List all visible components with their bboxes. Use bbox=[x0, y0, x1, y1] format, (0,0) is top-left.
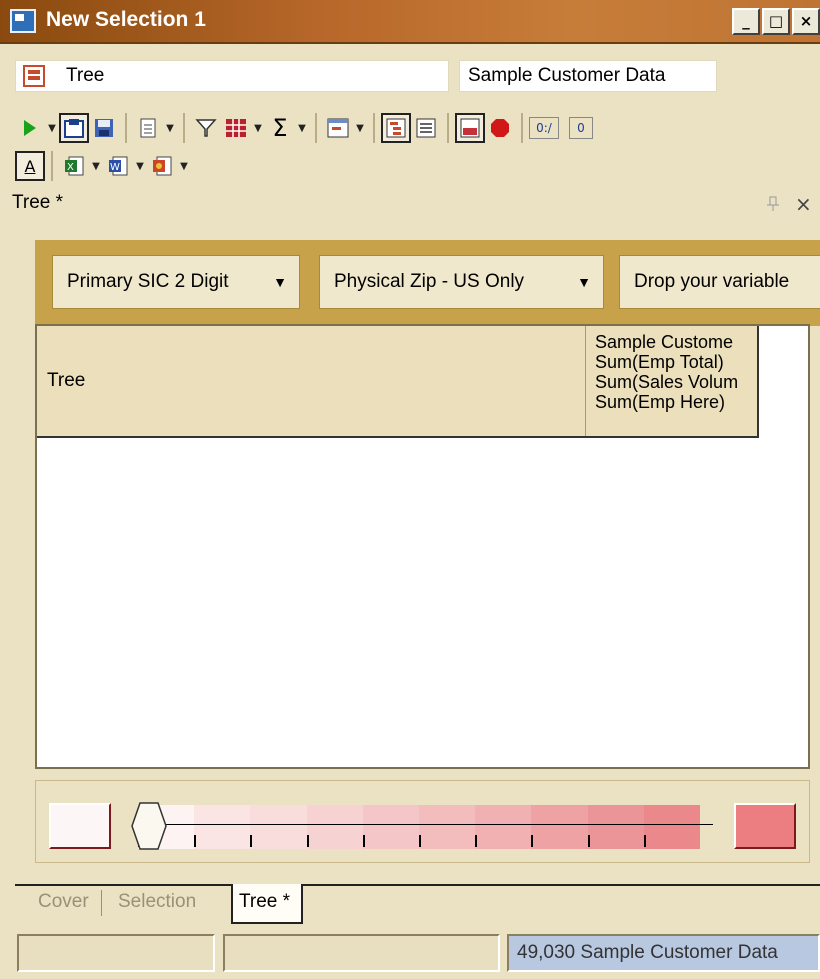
grid-dropdown-icon[interactable]: ▼ bbox=[251, 123, 265, 134]
sum-icon[interactable]: Σ bbox=[265, 113, 295, 143]
sum-dropdown-icon[interactable]: ▼ bbox=[295, 123, 309, 134]
window-title: New Selection 1 bbox=[46, 8, 206, 31]
tab-bar: Cover Selection Tree * bbox=[15, 884, 820, 924]
high-color-swatch[interactable] bbox=[734, 803, 796, 849]
tree-view-icon[interactable] bbox=[381, 113, 411, 143]
toolbar-separator bbox=[315, 113, 317, 143]
toolbar-separator bbox=[125, 113, 127, 143]
excel-dropdown-icon[interactable]: ▼ bbox=[89, 161, 103, 172]
toolbar-separator bbox=[373, 113, 375, 143]
notes-dropdown-icon[interactable]: ▼ bbox=[163, 123, 177, 134]
toolbar-separator bbox=[521, 113, 523, 143]
chevron-down-icon[interactable]: ▼ bbox=[577, 256, 591, 308]
window-icon bbox=[10, 9, 36, 33]
chevron-down-icon[interactable]: ▼ bbox=[273, 256, 287, 308]
tree-grid[interactable]: Tree Sample Custome Sum(Emp Total) Sum(S… bbox=[35, 324, 810, 769]
word-icon[interactable]: W bbox=[103, 151, 133, 181]
toolbar-separator bbox=[51, 151, 53, 181]
toolbar-separator bbox=[447, 113, 449, 143]
filter-icon[interactable] bbox=[191, 113, 221, 143]
chip-label: Physical Zip - US Only bbox=[334, 271, 525, 292]
drop-variable-placeholder[interactable]: Drop your variable bbox=[619, 255, 820, 309]
low-color-swatch[interactable] bbox=[49, 803, 111, 849]
panel-title: Tree * bbox=[12, 192, 64, 213]
pin-icon[interactable] bbox=[766, 196, 780, 216]
run-icon[interactable] bbox=[15, 113, 45, 143]
word-dropdown-icon[interactable]: ▼ bbox=[133, 161, 147, 172]
variable-chip-zip[interactable]: Physical Zip - US Only ▼ bbox=[319, 255, 604, 309]
zero-icon[interactable]: 0 bbox=[569, 117, 593, 139]
toolbar-row-2: A X ▼ W ▼ ▼ bbox=[15, 148, 191, 184]
tree-name-field[interactable]: Tree bbox=[15, 60, 449, 92]
variable-drop-zone[interactable]: Primary SIC 2 Digit ▼ Physical Zip - US … bbox=[35, 240, 820, 326]
stop-icon[interactable] bbox=[485, 113, 515, 143]
toolbar-separator bbox=[183, 113, 185, 143]
window-dropdown-icon[interactable]: ▼ bbox=[353, 123, 367, 134]
run-dropdown-icon[interactable]: ▼ bbox=[45, 123, 59, 134]
tab-cover[interactable]: Cover bbox=[32, 884, 95, 922]
grid-header: Tree Sample Custome Sum(Emp Total) Sum(S… bbox=[37, 326, 759, 438]
slider-thumb[interactable] bbox=[128, 801, 168, 851]
status-panel-left bbox=[17, 934, 215, 972]
scale-line bbox=[138, 824, 713, 825]
scale-ticks bbox=[138, 835, 700, 847]
svg-text:X: X bbox=[67, 162, 74, 173]
list-view-icon[interactable] bbox=[411, 113, 441, 143]
tab-selection[interactable]: Selection bbox=[112, 884, 202, 922]
header-line: Sum(Emp Here) bbox=[595, 392, 726, 412]
close-button[interactable]: × bbox=[792, 8, 820, 35]
maximize-button[interactable]: □ bbox=[762, 8, 790, 35]
column-header-values[interactable]: Sample Custome Sum(Emp Total) Sum(Sales … bbox=[595, 332, 757, 412]
status-panel-middle bbox=[223, 934, 500, 972]
toolbar-row-1: ▼ ▼ ▼ Σ ▼ ▼ 0:/ 0 bbox=[15, 110, 593, 146]
minimize-button[interactable]: _ bbox=[732, 8, 760, 35]
label-icon[interactable]: 0:/ bbox=[529, 117, 559, 139]
tab-tree[interactable]: Tree * bbox=[231, 884, 303, 924]
powerpoint-icon[interactable] bbox=[147, 151, 177, 181]
notes-icon[interactable] bbox=[133, 113, 163, 143]
panel-close-icon[interactable]: × bbox=[795, 192, 812, 216]
color-bar-icon[interactable] bbox=[455, 113, 485, 143]
window-icon[interactable] bbox=[323, 113, 353, 143]
excel-icon[interactable]: X bbox=[59, 151, 89, 181]
column-header-tree[interactable]: Tree bbox=[47, 370, 85, 392]
chip-label: Primary SIC 2 Digit bbox=[67, 271, 229, 292]
column-divider[interactable] bbox=[585, 326, 586, 436]
variable-chip-sic[interactable]: Primary SIC 2 Digit ▼ bbox=[52, 255, 300, 309]
data-source-field[interactable]: Sample Customer Data bbox=[459, 60, 717, 92]
tab-separator bbox=[101, 890, 102, 916]
clipboard-icon[interactable] bbox=[59, 113, 89, 143]
color-legend bbox=[35, 780, 810, 863]
powerpoint-dropdown-icon[interactable]: ▼ bbox=[177, 161, 191, 172]
header-line: Sum(Sales Volum bbox=[595, 372, 739, 392]
grid-icon[interactable] bbox=[221, 113, 251, 143]
title-bar: New Selection 1 _ □ × bbox=[0, 0, 820, 44]
svg-text:W: W bbox=[110, 162, 120, 173]
header-line: Sum(Emp Total) bbox=[595, 352, 724, 372]
status-bar: 49,030 Sample Customer Data bbox=[0, 928, 820, 979]
font-icon[interactable]: A bbox=[15, 151, 45, 181]
save-icon[interactable] bbox=[89, 113, 119, 143]
tree-icon bbox=[23, 65, 45, 87]
status-record-count: 49,030 Sample Customer Data bbox=[507, 934, 820, 972]
header-line: Sample Custome bbox=[595, 332, 734, 352]
